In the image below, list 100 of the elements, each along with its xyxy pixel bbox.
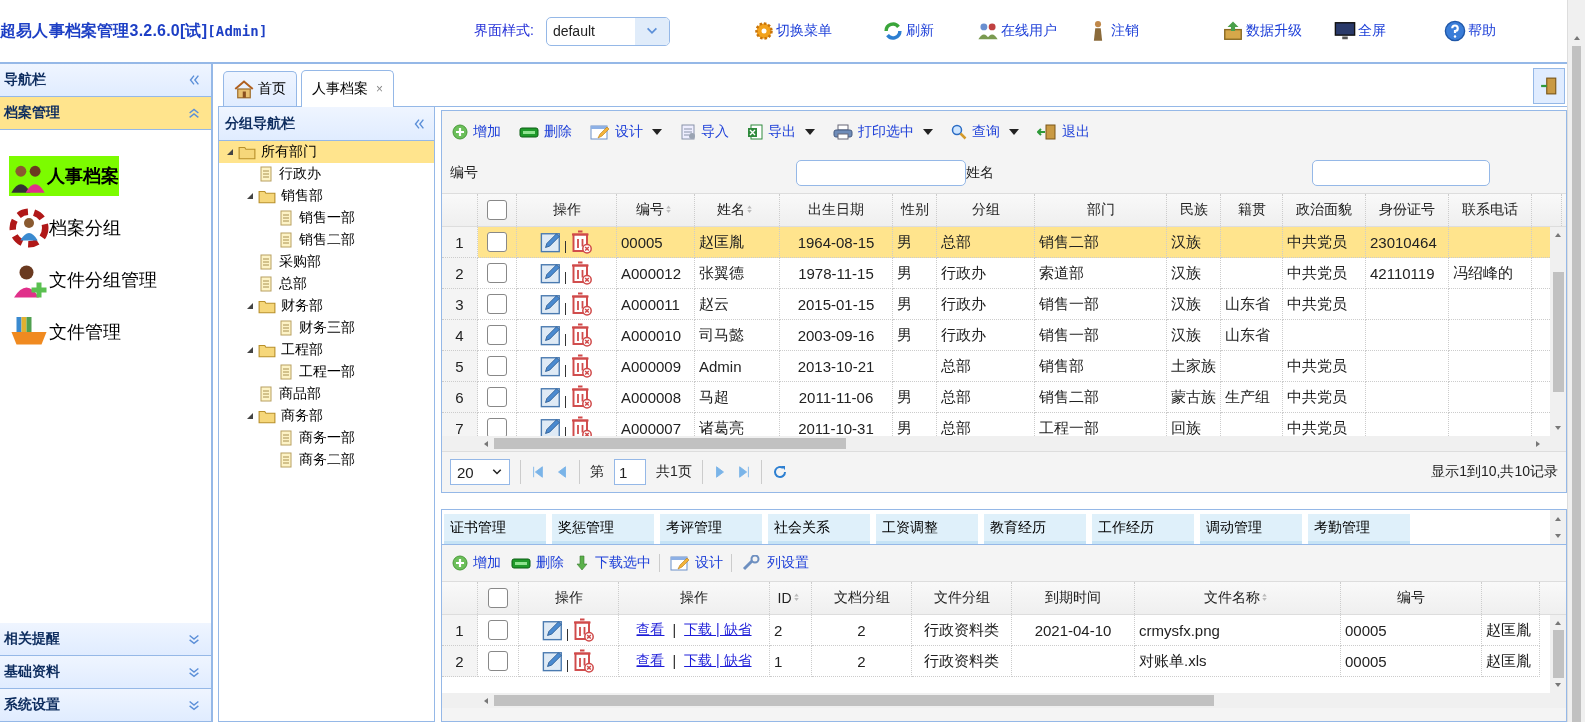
print-button[interactable]: 打印选中 [833,123,933,141]
tree-node[interactable]: 工程一部 [219,361,434,383]
tree-node[interactable]: 销售一部 [219,207,434,229]
column-header[interactable]: 出生日期 [808,201,864,219]
upgrade-link[interactable]: 数据升级 [1221,20,1334,42]
tab[interactable]: 人事档案 × [301,70,394,107]
column-header[interactable]: 姓名 [717,201,745,219]
export-button[interactable]: 导出 [747,123,815,141]
column-header[interactable]: 分组 [971,201,1000,219]
tab[interactable]: 考勤管理 [1308,514,1410,544]
close-icon[interactable]: × [376,82,383,96]
row-checkbox[interactable] [487,387,507,407]
column-header[interactable]: 编号 [1397,589,1425,607]
column-header[interactable]: 文件分组 [933,589,990,607]
select-all-checkbox[interactable] [487,200,507,220]
row-checkbox[interactable] [487,356,507,376]
tree-node[interactable]: 商品部 [219,383,434,405]
column-header[interactable]: 政治面貌 [1296,201,1352,219]
page-size-select[interactable]: 20 [450,459,510,485]
horizontal-scrollbar[interactable] [442,436,1566,451]
tree-node[interactable]: 商务二部 [219,449,434,471]
accordion-header[interactable]: 基础资料 [0,656,211,689]
tab[interactable]: 首页 [223,71,297,106]
column-header[interactable]: 民族 [1179,201,1208,219]
table-row[interactable]: 1 查看 | 下载 | 缺省 2 2 行政资料类 2021-04-10 crmysfx.png 00005 赵匡胤 [442,615,1550,646]
row-checkbox[interactable] [488,651,508,671]
column-header[interactable]: 籍贯 [1237,201,1266,219]
tree-node[interactable]: 工程部 [219,339,434,361]
row-link[interactable]: 下载 | 缺省 [684,652,752,670]
vertical-scrollbar[interactable] [1550,227,1566,436]
tab[interactable]: 工作经历 [1092,514,1194,544]
tree-node[interactable]: 销售二部 [219,229,434,251]
row-link[interactable]: 查看 [636,652,665,670]
tree-node[interactable]: 行政办 [219,163,434,185]
row-checkbox[interactable] [488,620,508,640]
delete-button[interactable]: 删除 [511,554,564,572]
tree-node[interactable]: 商务一部 [219,427,434,449]
tab[interactable]: 考评管理 [660,514,762,544]
menu-item[interactable]: 档案分组 [9,208,211,248]
column-header[interactable]: 操作 [680,589,708,607]
menu-item[interactable]: 文件分组管理 [9,260,211,300]
select-all-checkbox[interactable] [488,588,508,608]
switch-menu-link[interactable]: 切换菜单 [753,20,882,42]
row-checkbox[interactable] [487,263,507,283]
fullscreen-link[interactable]: 全屏 [1333,20,1444,42]
tree-node[interactable]: 总部 [219,273,434,295]
add-button[interactable]: 增加 [452,123,501,141]
column-header[interactable]: 到期时间 [1045,589,1101,607]
row-checkbox[interactable] [487,294,507,314]
refresh-link[interactable]: 刷新 [881,20,977,42]
tree-node[interactable]: 所有部门 [219,141,434,163]
column-header[interactable]: 文件名称 [1203,589,1260,607]
design-button[interactable]: 设计 [590,123,662,141]
column-header[interactable]: 部门 [1086,201,1115,219]
column-header[interactable]: 身份证号 [1379,201,1435,219]
exit-button[interactable]: 退出 [1037,123,1090,141]
column-header[interactable]: ID [777,590,792,606]
online-users-link[interactable]: 在线用户 [976,20,1087,42]
logout-link[interactable]: 注销 [1086,20,1222,42]
columns-button[interactable]: 列设置 [742,554,809,572]
table-row[interactable]: 1 00005 赵匡胤 1964-08-15 男 总部 销售二部 汉族 中共党员 23010464 [442,227,1550,258]
tree-node[interactable]: 财务三部 [219,317,434,339]
table-row[interactable]: 2 查看 | 下载 | 缺省 1 2 行政资料类 对账单.xls 00005 赵匡胤 [442,646,1550,677]
accordion-header[interactable]: 相关提醒 [0,623,211,656]
row-checkbox[interactable] [487,325,507,345]
tree-node[interactable]: 商务部 [219,405,434,427]
column-header[interactable]: 联系电话 [1462,201,1518,219]
column-header[interactable]: 操作 [554,589,583,607]
design-button[interactable]: 设计 [670,554,732,572]
row-link[interactable]: 查看 [636,621,665,639]
column-header[interactable]: 编号 [635,201,664,219]
style-select[interactable]: default [545,16,670,46]
delete-button[interactable]: 删除 [519,123,572,141]
tree-node[interactable]: 采购部 [219,251,434,273]
import-button[interactable]: 导入 [680,123,729,141]
accordion-header[interactable]: 系统设置 [0,689,211,722]
vertical-scrollbar[interactable] [1550,615,1566,693]
row-checkbox[interactable] [487,232,507,252]
column-header[interactable]: 操作 [552,201,581,219]
page-scrollbar[interactable] [1567,0,1585,722]
tree-node[interactable]: 财务部 [219,295,434,317]
query-button[interactable]: 查询 [951,123,1019,141]
row-link[interactable]: 下载 | 缺省 [684,621,752,639]
column-header[interactable]: 文档分组 [833,589,890,607]
tab[interactable]: 奖惩管理 [552,514,654,544]
tab[interactable]: 证书管理 [444,514,546,544]
tab[interactable]: 社会关系 [768,514,870,544]
tab-scroller[interactable] [1550,510,1566,544]
add-button[interactable]: 增加 [452,554,501,572]
column-header[interactable]: 性别 [900,201,929,219]
tab[interactable]: 教育经历 [984,514,1086,544]
exit-button[interactable] [1533,68,1565,104]
menu-item[interactable]: 人事档案 [9,156,119,196]
tab[interactable]: 调动管理 [1200,514,1302,544]
horizontal-scrollbar[interactable] [442,693,1566,708]
filter-field[interactable] [796,160,966,186]
help-link[interactable]: 帮助 [1443,20,1544,42]
download-button[interactable]: 下载选中 [574,554,660,572]
accordion-header[interactable]: 档案管理 [0,97,211,130]
filter-field[interactable] [1312,160,1490,186]
